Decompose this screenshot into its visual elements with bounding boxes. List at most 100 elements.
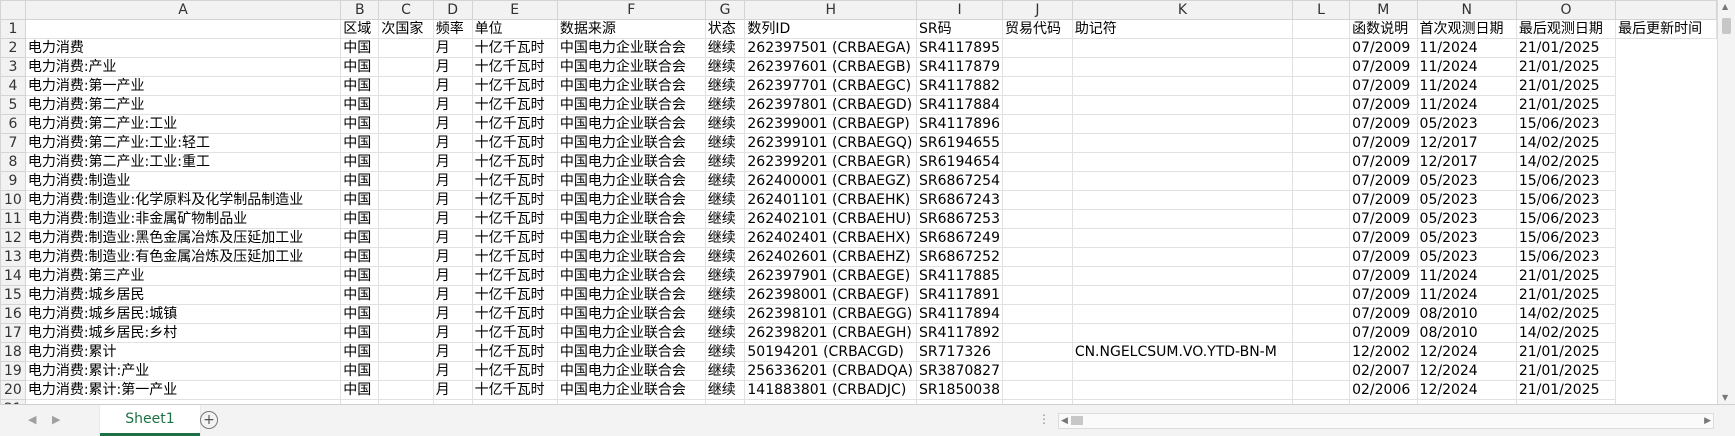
grid-cell[interactable]: 继续 [704, 304, 746, 324]
grid-cell[interactable] [378, 228, 434, 248]
grid-cell[interactable]: 中国电力企业联合会 [556, 247, 706, 267]
grid-cell[interactable]: 最后更新时间 [1615, 19, 1717, 39]
grid-cell[interactable] [1002, 209, 1073, 229]
grid-cell[interactable]: 中国电力企业联合会 [556, 361, 706, 381]
grid-cell[interactable]: 21/01/2025 [1515, 266, 1617, 286]
grid-cell[interactable]: 继续 [704, 285, 746, 305]
grid-cell[interactable]: 262397601 (CRBAEGB) [744, 57, 918, 77]
grid-cell[interactable]: 十亿千瓦时 [471, 95, 558, 115]
grid-cell[interactable]: 月 [432, 342, 473, 362]
grid-cell[interactable]: 262399201 (CRBAEGR) [744, 152, 918, 172]
grid-cell[interactable]: 262397701 (CRBAEGC) [744, 76, 918, 96]
grid-cell[interactable]: 状态 [704, 19, 746, 39]
grid-cell[interactable] [378, 38, 434, 58]
grid-cell[interactable] [1292, 285, 1351, 305]
grid-cell[interactable]: 十亿千瓦时 [471, 57, 558, 77]
grid-cell[interactable]: 07/2009 [1349, 133, 1418, 153]
grid-cell[interactable] [378, 323, 434, 343]
grid-cell[interactable]: 继续 [704, 95, 746, 115]
grid-cell[interactable]: 单位 [471, 19, 558, 39]
grid-cell[interactable]: 电力消费:第三产业 [24, 266, 342, 286]
grid-cell[interactable]: 最后观测日期 [1515, 19, 1617, 39]
grid-cell[interactable]: 中国 [340, 209, 380, 229]
grid-cell[interactable]: 电力消费:累计 [24, 342, 342, 362]
grid-cell[interactable]: SR4117896 [916, 114, 1003, 134]
grid-cell[interactable] [378, 247, 434, 267]
grid-cell[interactable] [1292, 152, 1351, 172]
row-header[interactable]: 5 [0, 95, 26, 115]
grid-cell[interactable]: 十亿千瓦时 [471, 114, 558, 134]
grid-cell[interactable]: 262398001 (CRBAEGF) [744, 285, 918, 305]
grid-cell[interactable]: SR4117879 [916, 57, 1003, 77]
row-header[interactable]: 10 [0, 190, 26, 210]
grid-cell[interactable] [1292, 190, 1351, 210]
grid-cell[interactable]: 继续 [704, 266, 746, 286]
grid-cell[interactable]: 02/2007 [1349, 361, 1418, 381]
grid-cell[interactable]: SR6867254 [916, 171, 1003, 191]
row-header[interactable]: 20 [0, 380, 26, 400]
grid-cell[interactable] [1002, 323, 1073, 343]
grid-cell[interactable]: 十亿千瓦时 [471, 323, 558, 343]
grid-cell[interactable]: 次国家 [378, 19, 434, 39]
grid-cell[interactable]: 中国 [340, 266, 380, 286]
grid-cell[interactable] [378, 190, 434, 210]
grid-cell[interactable]: 02/2006 [1349, 380, 1418, 400]
grid-cell[interactable]: 11/2024 [1416, 285, 1517, 305]
grid-cell[interactable] [1071, 38, 1294, 58]
grid-cell[interactable]: 中国 [340, 304, 380, 324]
grid-cell[interactable]: SR3870827 [916, 361, 1003, 381]
grid-cell[interactable] [1071, 133, 1294, 153]
grid-cell[interactable]: 15/06/2023 [1515, 228, 1617, 248]
grid-cell[interactable]: 数列ID [744, 19, 918, 39]
grid-cell[interactable]: 中国 [340, 342, 380, 362]
grid-cell[interactable]: 继续 [704, 190, 746, 210]
grid-cell[interactable]: 07/2009 [1349, 247, 1418, 267]
grid-cell[interactable]: 电力消费:制造业:非金属矿物制品业 [24, 209, 342, 229]
grid-cell[interactable]: 15/06/2023 [1515, 190, 1617, 210]
column-header[interactable]: E [471, 0, 558, 20]
grid-cell[interactable]: 继续 [704, 152, 746, 172]
grid-cell[interactable]: 月 [432, 361, 473, 381]
grid-cell[interactable] [1002, 95, 1073, 115]
grid-cell[interactable]: 中国电力企业联合会 [556, 380, 706, 400]
grid-cell[interactable]: 11/2024 [1416, 57, 1517, 77]
grid-cell[interactable]: 十亿千瓦时 [471, 190, 558, 210]
row-header[interactable]: 16 [0, 304, 26, 324]
tab-prev-icon[interactable]: ◀ [28, 413, 36, 426]
grid-cell[interactable]: SR717326 [916, 342, 1003, 362]
grid-cell[interactable]: 中国电力企业联合会 [556, 190, 706, 210]
grid-cell[interactable] [1071, 361, 1294, 381]
grid-cell[interactable]: 07/2009 [1349, 209, 1418, 229]
row-header[interactable]: 18 [0, 342, 26, 362]
grid-cell[interactable] [1292, 95, 1351, 115]
grid-cell[interactable]: 中国电力企业联合会 [556, 76, 706, 96]
grid-cell[interactable] [1002, 266, 1073, 286]
row-header[interactable]: 4 [0, 76, 26, 96]
grid-cell[interactable]: 14/02/2025 [1515, 323, 1617, 343]
horizontal-scrollbar[interactable]: ◀ ▶ [1058, 413, 1714, 429]
grid-cell[interactable]: 07/2009 [1349, 285, 1418, 305]
grid-cell[interactable] [1071, 209, 1294, 229]
grid-cell[interactable]: 月 [432, 171, 473, 191]
vertical-scroll-thumb[interactable] [1722, 18, 1731, 34]
grid-cell[interactable] [1292, 380, 1351, 400]
row-header[interactable]: 19 [0, 361, 26, 381]
column-header[interactable]: G [704, 0, 746, 20]
grid-cell[interactable]: 12/2017 [1416, 133, 1517, 153]
grid-cell[interactable]: SR1850038 [916, 380, 1003, 400]
grid-cell[interactable] [378, 342, 434, 362]
grid-cell[interactable]: 07/2009 [1349, 76, 1418, 96]
grid-cell[interactable]: 07/2009 [1349, 38, 1418, 58]
scroll-left-icon[interactable]: ◀ [1061, 414, 1068, 428]
grid-cell[interactable] [1071, 76, 1294, 96]
grid-cell[interactable]: 05/2023 [1416, 209, 1517, 229]
grid-cell[interactable]: 中国电力企业联合会 [556, 285, 706, 305]
grid-cell[interactable]: 继续 [704, 342, 746, 362]
row-header[interactable]: 14 [0, 266, 26, 286]
row-header[interactable]: 1 [0, 19, 26, 39]
grid-cell[interactable] [378, 209, 434, 229]
grid-cell[interactable]: 07/2009 [1349, 57, 1418, 77]
grid-cell[interactable]: 262402101 (CRBAEHU) [744, 209, 918, 229]
grid-cell[interactable]: 十亿千瓦时 [471, 133, 558, 153]
grid-cell[interactable]: 11/2024 [1416, 95, 1517, 115]
